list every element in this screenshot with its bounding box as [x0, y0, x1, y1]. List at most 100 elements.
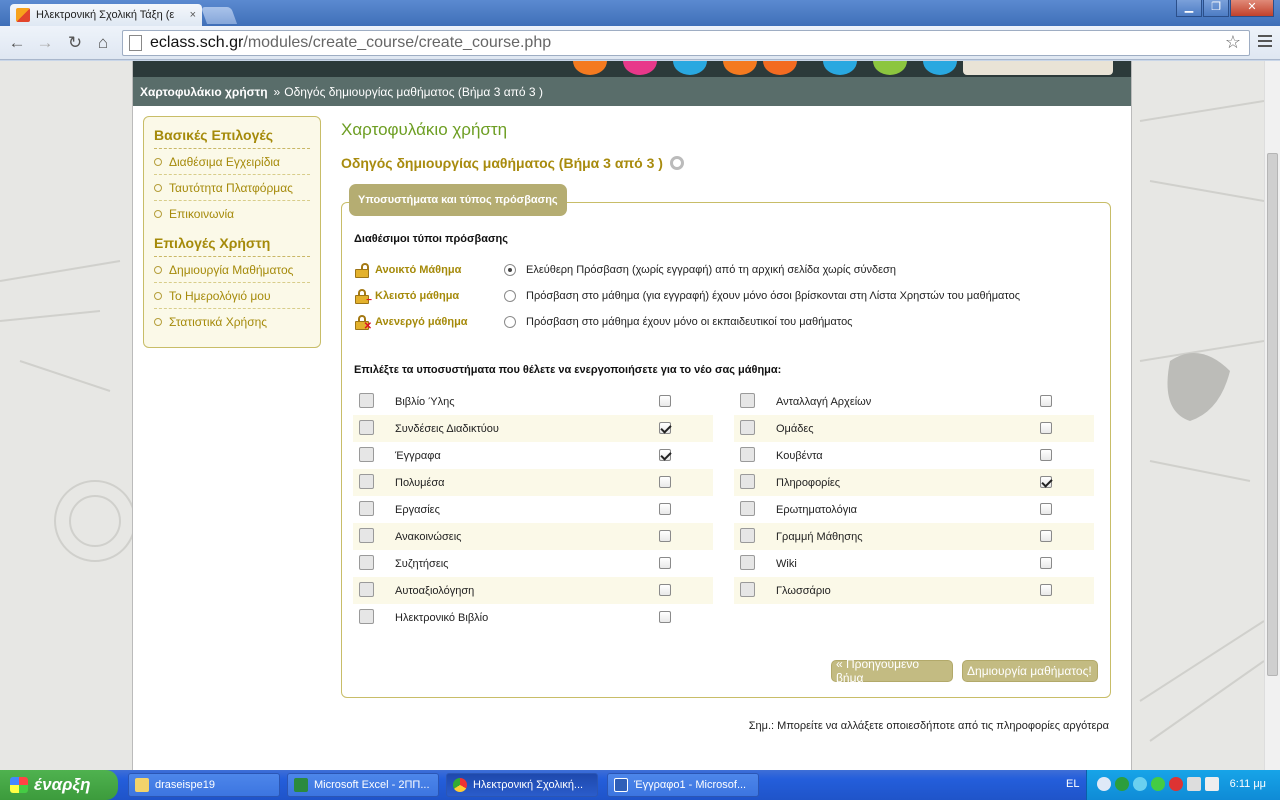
tray-expand-icon[interactable]	[1097, 777, 1111, 791]
reload-icon[interactable]: ↻	[64, 32, 86, 54]
sidebar-item-platform-identity[interactable]: Ταυτότητα Πλατφόρμας	[154, 175, 310, 201]
bullet-icon	[154, 265, 162, 274]
module-label: Συνδέσεις Διαδικτύου	[395, 422, 499, 435]
modules-heading: Επιλέξτε τα υποσυστήματα που θέλετε να ε…	[354, 364, 782, 376]
sidebar-item-label: Δημιουργία Μαθήματος	[169, 262, 294, 277]
module-label: Γραμμή Μάθησης	[776, 530, 863, 543]
vertical-scrollbar[interactable]	[1264, 61, 1280, 770]
minimize-button[interactable]: ▁	[1176, 0, 1202, 17]
chrome-icon	[453, 778, 467, 792]
module-checkbox[interactable]	[659, 503, 671, 515]
sidebar-heading-user: Επιλογές Χρήστη	[154, 235, 310, 257]
tab-close-icon[interactable]: ×	[190, 9, 196, 21]
access-desc: Ελεύθερη Πρόσβαση (χωρίς εγγραφή) από τη…	[526, 264, 896, 276]
help-lifebuoy-icon[interactable]	[669, 156, 684, 170]
tray-update-icon[interactable]	[1151, 777, 1165, 791]
clock-icon	[359, 528, 374, 543]
inactive-lock-icon: ✕	[355, 314, 372, 332]
tray-skype-icon[interactable]	[1133, 777, 1147, 791]
module-checkbox[interactable]	[659, 530, 671, 542]
module-label: Κουβέντα	[776, 449, 823, 462]
module-checkbox[interactable]	[1040, 584, 1052, 596]
eclass-favicon-icon	[16, 8, 30, 22]
access-radio-inactive[interactable]	[504, 316, 516, 328]
breadcrumb-home-link[interactable]: Χαρτοφυλάκιο χρήστη	[140, 85, 268, 99]
sidebar-item-calendar[interactable]: Το Ημερολόγιό μου	[154, 283, 310, 309]
module-checkbox[interactable]	[659, 476, 671, 488]
windows-taskbar: έναρξη draseispe19 Microsoft Excel - 2ΠΠ…	[0, 770, 1280, 800]
scrollbar-thumb[interactable]	[1267, 153, 1278, 676]
language-indicator[interactable]: EL	[1066, 778, 1079, 790]
start-button[interactable]: έναρξη	[0, 770, 118, 800]
tray-network-icon[interactable]	[1115, 777, 1129, 791]
tray-display-icon[interactable]	[1187, 777, 1201, 791]
eclass-page: Χαρτοφυλάκιο χρήστη » Οδηγός δημιουργίας…	[132, 61, 1132, 770]
sidebar-item-contact[interactable]: Επικοινωνία	[154, 201, 310, 227]
task-label: Microsoft Excel - 2ΠΠ...	[314, 779, 430, 791]
questionnaire-icon	[740, 501, 755, 516]
module-checkbox[interactable]	[1040, 503, 1052, 515]
module-checkbox[interactable]	[1040, 422, 1052, 434]
close-window-button[interactable]: ✕	[1230, 0, 1274, 17]
module-checkbox[interactable]	[659, 611, 671, 623]
module-checkbox[interactable]	[659, 449, 671, 461]
module-checkbox[interactable]	[659, 422, 671, 434]
tab-title: Ηλεκτρονική Σχολική Τάξη (ε	[36, 9, 175, 21]
open-lock-icon	[355, 262, 369, 278]
new-tab-button[interactable]	[200, 7, 238, 24]
page-icon	[129, 35, 142, 51]
taskbar-item-excel[interactable]: Microsoft Excel - 2ΠΠ...	[287, 773, 439, 797]
sidebar-item-usage-stats[interactable]: Στατιστικά Χρήσης	[154, 309, 310, 335]
module-checkbox[interactable]	[1040, 476, 1052, 488]
back-arrow-icon[interactable]: ←	[6, 32, 28, 54]
tag-icon	[740, 474, 755, 489]
address-bar[interactable]: eclass.sch.gr/modules/create_course/crea…	[122, 30, 1250, 56]
module-checkbox[interactable]	[1040, 557, 1052, 569]
sidebar-item-create-course[interactable]: Δημιουργία Μαθήματος	[154, 257, 310, 283]
bullet-icon	[154, 157, 162, 166]
access-desc: Πρόσβαση στο μάθημα (για εγγραφή) έχουν …	[526, 290, 1021, 302]
system-tray: 6:11 μμ	[1086, 770, 1280, 800]
pencil-icon	[359, 582, 374, 597]
access-radio-open[interactable]	[504, 264, 516, 276]
page-viewport: Χαρτοφυλάκιο χρήστη » Οδηγός δημιουργίας…	[0, 61, 1264, 770]
fieldset-legend: Υποσυστήματα και τύπος πρόσβασης	[349, 184, 567, 216]
module-row: Έγγραφα	[353, 442, 713, 469]
access-radio-closed[interactable]	[504, 290, 516, 302]
bookmark-star-icon[interactable]: ☆	[1225, 32, 1241, 53]
module-checkbox[interactable]	[1040, 395, 1052, 407]
create-course-button[interactable]: Δημιουργία μαθήματος!	[962, 660, 1098, 682]
chrome-menu-icon[interactable]	[1258, 35, 1272, 50]
taskbar-item-chrome[interactable]: Ηλεκτρονική Σχολική...	[446, 773, 598, 797]
access-row-open: Ανοικτό Μάθημα Ελεύθερη Πρόσβαση (χωρίς …	[355, 260, 1095, 280]
module-checkbox[interactable]	[659, 584, 671, 596]
conversation-icon	[740, 447, 755, 462]
multimedia-icon	[359, 474, 374, 489]
module-checkbox[interactable]	[1040, 449, 1052, 461]
module-checkbox[interactable]	[1040, 530, 1052, 542]
module-row: Κουβέντα	[734, 442, 1094, 469]
taskbar-clock: 6:11 μμ	[1229, 778, 1266, 790]
module-checkbox[interactable]	[659, 557, 671, 569]
module-checkbox[interactable]	[659, 395, 671, 407]
tray-volume-icon[interactable]	[1205, 777, 1219, 791]
forward-arrow-icon[interactable]: →	[34, 32, 56, 54]
task-label: Ηλεκτρονική Σχολική...	[473, 779, 584, 791]
taskbar-item-word[interactable]: Έγγραφο1 - Microsof...	[607, 773, 759, 797]
home-icon[interactable]: ⌂	[92, 32, 114, 54]
maximize-button[interactable]: ❐	[1203, 0, 1229, 17]
module-label: Ανταλλαγή Αρχείων	[776, 395, 872, 408]
bullet-icon	[154, 210, 162, 218]
chat-bubble-icon	[359, 555, 374, 570]
sidebar-item-label: Διαθέσιμα Εγχειρίδια	[169, 154, 280, 169]
browser-tab[interactable]: Ηλεκτρονική Σχολική Τάξη (ε ×	[10, 4, 202, 26]
module-label: Γλωσσάριο	[776, 584, 831, 597]
taskbar-item-folder[interactable]: draseispe19	[128, 773, 280, 797]
tray-ati-icon[interactable]	[1169, 777, 1183, 791]
excel-icon	[294, 778, 308, 792]
previous-step-button[interactable]: « Προηγούμενο βήμα	[831, 657, 953, 685]
module-row: Ομάδες	[734, 415, 1094, 442]
sidebar-item-manuals[interactable]: Διαθέσιμα Εγχειρίδια	[154, 149, 310, 175]
access-row-closed: − Κλειστό μάθημα Πρόσβαση στο μάθημα (γι…	[355, 286, 1095, 306]
module-row: Ανταλλαγή Αρχείων	[734, 388, 1094, 415]
